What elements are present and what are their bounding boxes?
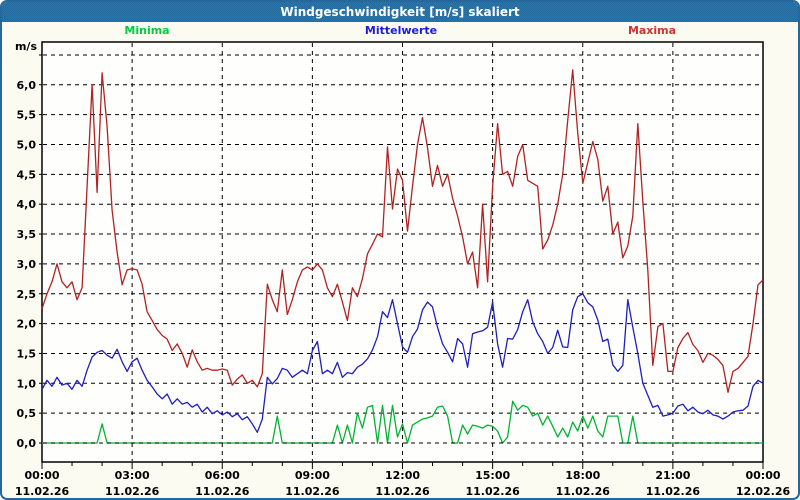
y-tick-label: 4,0 [17,198,37,211]
y-tick-label: 5,5 [17,109,37,122]
wind-speed-chart: 0,0 0,5 1,0 1,5 2,0 2,5 3,0 3,5 4,0 4,5 5,0 5,5 6,0 m… [15,40,791,498]
x-tick-time-label: 00:00 [745,469,780,482]
x-tick-time-label: 00:00 [24,469,59,482]
x-tick-time-label: 21:00 [655,469,690,482]
x-tick-time-label: 03:00 [115,469,150,482]
x-tick-date-label: 11.02.26 [195,485,250,498]
x-tick-date-label: 11.02.26 [646,485,701,498]
y-tick-label: 3,0 [17,258,37,271]
x-tick-date-label: 11.02.26 [375,485,430,498]
y-tick-label: 1,0 [17,377,37,390]
x-tick-time-label: 15:00 [475,469,510,482]
y-tick-label: 3,5 [17,228,37,241]
x-tick-time-label: 12:00 [385,469,420,482]
y-axis-unit-label: m/s [15,40,37,53]
x-tick-date-label: 11.02.26 [285,485,340,498]
y-tick-label: 0,5 [17,407,37,420]
y-tick-label: 2,0 [17,318,37,331]
y-tick-label: 2,5 [17,288,37,301]
x-tick-date-label: 11.02.26 [15,485,70,498]
x-tick-date-label: 11.02.26 [105,485,160,498]
x-tick-time-label: 18:00 [565,469,600,482]
chart-window: Windgeschwindigkeit [m/s] skaliert Minim… [0,0,800,500]
y-tick-label: 5,0 [17,139,37,152]
x-tick-time-label: 09:00 [295,469,330,482]
y-tick-label: 0,0 [17,437,37,450]
x-tick-time-label: 06:00 [205,469,240,482]
y-tick-label: 4,5 [17,168,37,181]
x-tick-date-label: 12.02.26 [736,485,791,498]
x-tick-date-label: 11.02.26 [556,485,611,498]
y-tick-label: 6,0 [17,79,37,92]
x-tick-date-label: 11.02.26 [465,485,520,498]
y-tick-label: 1,5 [17,347,37,360]
